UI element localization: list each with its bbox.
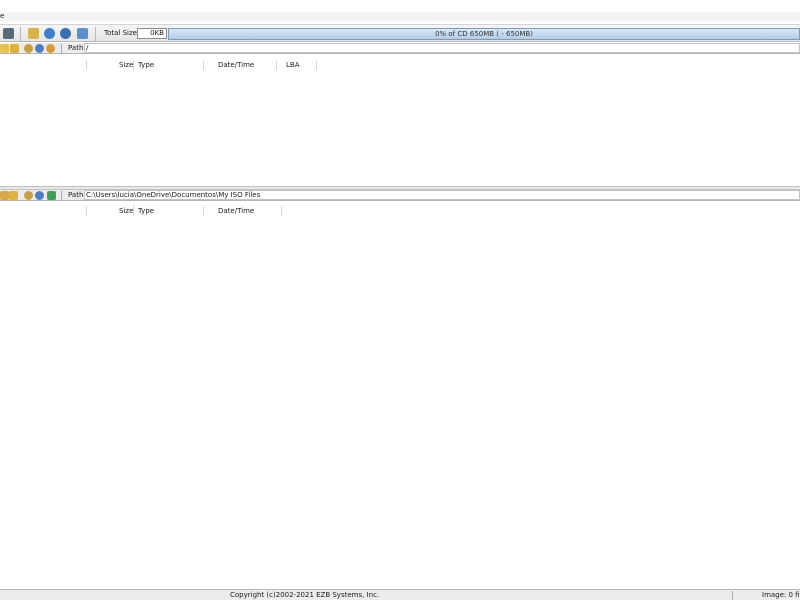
image-path-bar: Path: / (0, 43, 800, 54)
capacity-bar[interactable]: 0% of CD 650MB ( - 650MB) (168, 28, 800, 40)
column-datetime[interactable]: Date/Time (218, 207, 254, 215)
column-divider[interactable] (276, 60, 277, 70)
column-divider[interactable] (203, 206, 204, 216)
settings-icon[interactable] (35, 191, 44, 200)
extract-icon[interactable] (3, 28, 14, 39)
pathbar-separator (61, 44, 62, 53)
local-path-field[interactable]: C:\Users\lucia\OneDrive\Documentos\My IS… (84, 190, 800, 200)
copyright-text: Copyright (c)2002-2021 EZB Systems, Inc. (230, 591, 380, 599)
image-column-header: Size Type Date/Time LBA (0, 60, 800, 70)
add-icon[interactable] (24, 191, 33, 200)
settings-icon[interactable] (35, 44, 44, 53)
total-size-label: Total Size: (104, 29, 140, 37)
new-folder-icon[interactable] (10, 44, 19, 53)
folder-icon[interactable] (0, 44, 9, 53)
local-file-list[interactable] (0, 217, 800, 588)
toolbar-separator (20, 27, 21, 41)
total-size-field: 0KB (137, 28, 167, 39)
column-divider[interactable] (203, 60, 204, 70)
refresh-icon[interactable] (47, 191, 56, 200)
properties-icon[interactable] (44, 28, 55, 39)
local-path-bar: Path: C:\Users\lucia\OneDrive\Documentos… (0, 190, 800, 201)
image-file-list[interactable] (0, 71, 800, 185)
column-lba[interactable]: LBA (286, 61, 300, 69)
menu-item-partial[interactable]: e (0, 12, 4, 21)
pathbar-separator (61, 191, 62, 200)
exit-icon[interactable] (77, 28, 88, 39)
main-toolbar: Total Size: 0KB 0% of CD 650MB ( - 650MB… (0, 24, 800, 42)
column-divider[interactable] (86, 206, 87, 216)
column-type[interactable]: Type (138, 61, 154, 69)
refresh-icon[interactable] (46, 44, 55, 53)
column-divider[interactable] (133, 60, 134, 70)
add-icon[interactable] (24, 44, 33, 53)
add-files-icon[interactable] (28, 28, 39, 39)
column-divider[interactable] (86, 60, 87, 70)
help-icon[interactable] (60, 28, 71, 39)
column-datetime[interactable]: Date/Time (218, 61, 254, 69)
menu-bar: e (0, 12, 800, 21)
back-icon[interactable] (0, 191, 9, 200)
status-divider (732, 591, 733, 600)
new-folder-icon[interactable] (9, 191, 18, 200)
image-path-field[interactable]: / (84, 43, 800, 53)
toolbar-separator (95, 27, 96, 41)
capacity-text: 0% of CD 650MB ( - 650MB) (435, 30, 533, 38)
column-divider[interactable] (316, 60, 317, 70)
column-size[interactable]: Size (119, 61, 133, 69)
column-type[interactable]: Type (138, 207, 154, 215)
image-info-text: Image: 0 files, (762, 591, 800, 599)
local-column-header: Size Type Date/Time (0, 206, 800, 216)
column-divider[interactable] (281, 206, 282, 216)
status-bar: Copyright (c)2002-2021 EZB Systems, Inc.… (0, 589, 800, 600)
column-divider[interactable] (133, 206, 134, 216)
column-size[interactable]: Size (119, 207, 133, 215)
